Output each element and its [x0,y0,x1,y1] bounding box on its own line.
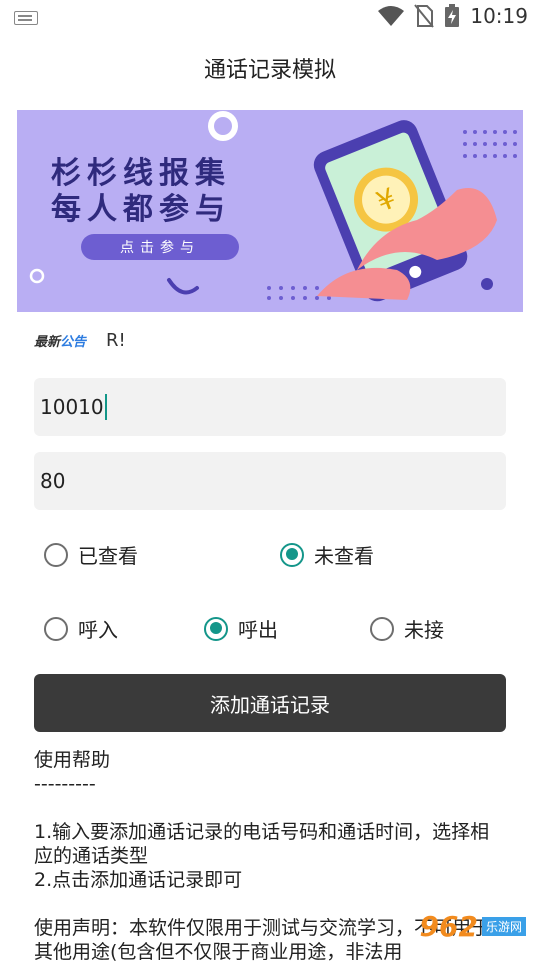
watermark: 962 乐游网 [420,910,526,943]
keyboard-icon [14,11,38,25]
no-sim-icon [414,4,435,28]
announcement-text: R! [106,329,126,351]
radio-unviewed-label: 未查看 [314,544,374,568]
announcement-bar: 最新公告 R! [34,322,126,358]
help-step-2: 2.点击添加通话记录即可 [34,869,243,891]
radio-circle-checked [204,616,228,641]
radio-incoming[interactable]: 呼入 [44,614,118,643]
radio-outgoing[interactable]: 呼出 [204,614,278,643]
radio-viewed[interactable]: 已查看 [44,540,138,569]
radio-circle [44,616,68,641]
radio-missed[interactable]: 未接 [370,614,444,643]
phone-number-input[interactable]: 10010 [34,378,506,436]
promo-banner[interactable]: ¥ 杉杉线报集 每人都参与 点击参与 [17,110,523,312]
radio-circle [370,616,394,641]
status-bar: 10:19 [0,0,540,36]
watermark-site: 乐游网 [481,917,526,936]
text-cursor [104,394,107,420]
page-title: 通话记录模拟 [203,58,336,83]
help-title: 使用帮助 [34,749,111,771]
help-divider: --------- [34,773,96,795]
radio-viewed-label: 已查看 [78,544,138,568]
call-duration-input[interactable]: 80 [34,452,506,510]
announcement-logo-b: 公告 [60,334,87,350]
banner-headline-2: 每人都参与 [51,192,231,227]
app-header: 通话记录模拟 [0,36,540,100]
call-duration-value: 80 [40,469,66,493]
radio-incoming-label: 呼入 [78,618,118,642]
battery-charging-icon [445,4,460,27]
banner-join-button[interactable]: 点击参与 [81,234,239,260]
wifi-icon [378,6,405,26]
radio-unviewed[interactable]: 未查看 [280,540,374,569]
watermark-number: 962 [419,910,478,943]
radio-circle-checked [280,542,304,567]
help-step-1: 1.输入要添加通话记录的电话号码和通话时间，选择相应的通话类型 [34,821,490,867]
announcement-logo-a: 最新 [34,334,61,350]
phone-number-value: 10010 [40,395,104,419]
clock: 10:19 [470,4,528,28]
radio-missed-label: 未接 [404,618,444,642]
add-call-record-button[interactable]: 添加通话记录 [34,674,506,732]
radio-circle [44,542,68,567]
announcement-logo: 最新公告 [34,331,86,350]
radio-outgoing-label: 呼出 [238,618,278,642]
